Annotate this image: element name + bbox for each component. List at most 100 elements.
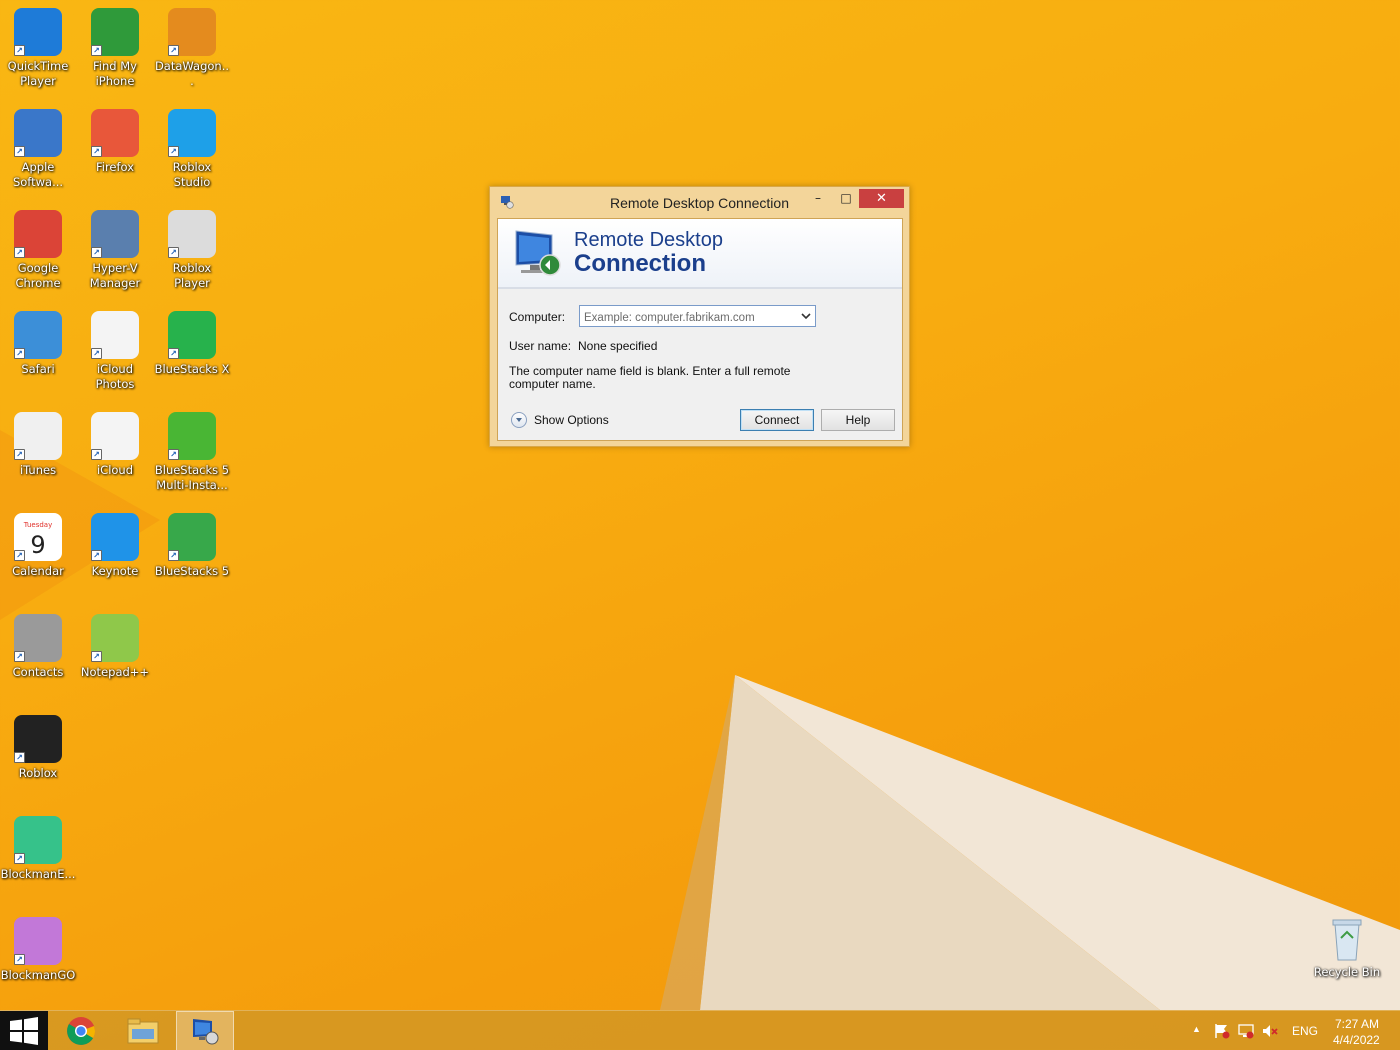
shortcut-arrow-icon: ↗: [14, 853, 25, 864]
network-icon[interactable]: [1238, 1023, 1254, 1039]
app-icon: ↗: [91, 311, 139, 359]
desktop-icon-google-chrome[interactable]: ↗ Google Chrome: [0, 210, 76, 291]
desktop-icon-bluestacks-x[interactable]: ↗ BlueStacks X: [154, 311, 230, 377]
expand-chevron-icon[interactable]: [511, 412, 527, 428]
desktop-icon-calendar[interactable]: Tuesday 9 ↗ Calendar: [0, 513, 76, 579]
maximize-button[interactable]: □: [835, 189, 857, 208]
shortcut-arrow-icon: ↗: [168, 348, 179, 359]
shortcut-arrow-icon: ↗: [14, 449, 25, 460]
app-icon: Tuesday 9 ↗: [14, 513, 62, 561]
desktop-icon-label: QuickTime Player: [7, 59, 69, 88]
computer-input[interactable]: [580, 308, 790, 328]
volume-muted-icon[interactable]: [1262, 1023, 1278, 1039]
show-options-toggle[interactable]: Show Options: [511, 412, 609, 428]
desktop-icon-label: Safari: [21, 362, 55, 376]
app-icon: ↗: [14, 210, 62, 258]
window-titlebar[interactable]: Remote Desktop Connection – □ ✕: [490, 187, 909, 217]
desktop-icon-icloud-photos[interactable]: ↗ iCloud Photos: [77, 311, 153, 392]
desktop-icon-label: BlueStacks 5 Multi-Insta...: [154, 463, 230, 492]
clock-date[interactable]: 4/4/2022: [1333, 1033, 1380, 1047]
desktop-icon-hyper-v-manager[interactable]: ↗ Hyper-V Manager: [77, 210, 153, 291]
desktop-icon-contacts[interactable]: ↗ Contacts: [0, 614, 76, 680]
desktop-icon-label: Keynote: [91, 564, 139, 578]
taskbar: ▲ ENG 7:27 AM 4/4/2022: [0, 1010, 1400, 1050]
desktop-icon-apple-softwa[interactable]: ↗ Apple Softwa...: [0, 109, 76, 190]
app-icon: ↗: [91, 109, 139, 157]
computer-label: Computer:: [509, 310, 566, 324]
taskbar-remote-desktop[interactable]: [176, 1011, 234, 1050]
show-options-label[interactable]: Show Options: [534, 413, 609, 427]
shortcut-arrow-icon: ↗: [91, 550, 102, 561]
desktop-icon-label: DataWagon...: [154, 59, 230, 88]
folder-icon: [127, 1018, 159, 1044]
remote-desktop-logo-icon: [515, 230, 561, 276]
app-icon: ↗: [14, 8, 62, 56]
app-icon: ↗: [91, 210, 139, 258]
help-button[interactable]: Help: [821, 409, 895, 431]
desktop-icon-safari[interactable]: ↗ Safari: [0, 311, 76, 377]
app-icon: ↗: [14, 816, 62, 864]
dialog-banner: Remote Desktop Connection: [498, 219, 902, 289]
desktop-icon-label: BlockmanGO: [0, 968, 76, 982]
shortcut-arrow-icon: ↗: [91, 146, 102, 157]
app-icon: ↗: [14, 109, 62, 157]
clock-time[interactable]: 7:27 AM: [1335, 1017, 1379, 1031]
app-icon: ↗: [91, 8, 139, 56]
minimize-button[interactable]: –: [807, 189, 829, 208]
shortcut-arrow-icon: ↗: [168, 449, 179, 460]
app-icon: ↗: [14, 311, 62, 359]
recycle-bin-label: Recycle Bin: [1313, 965, 1381, 979]
desktop-icon-itunes[interactable]: ↗ iTunes: [0, 412, 76, 478]
connect-button[interactable]: Connect: [740, 409, 814, 431]
desktop-icon-firefox[interactable]: ↗ Firefox: [77, 109, 153, 175]
desktop-icon-blockmane[interactable]: ↗ BlockmanE...: [0, 816, 76, 882]
taskbar-file-explorer[interactable]: [114, 1011, 172, 1050]
shortcut-arrow-icon: ↗: [168, 247, 179, 258]
app-icon: ↗: [168, 109, 216, 157]
computer-combobox[interactable]: [579, 305, 816, 328]
desktop-icon-find-my-iphone[interactable]: ↗ Find My iPhone: [77, 8, 153, 89]
app-icon: ↗: [168, 513, 216, 561]
remote-desktop-window: Remote Desktop Connection – □ ✕ Remote D…: [489, 186, 910, 447]
desktop-icon-label: Roblox Studio: [172, 160, 212, 189]
start-button[interactable]: [0, 1011, 48, 1050]
shortcut-arrow-icon: ↗: [14, 651, 25, 662]
desktop-icon-roblox[interactable]: ↗ Roblox: [0, 715, 76, 781]
desktop-icon-blockmango[interactable]: ↗ BlockmanGO: [0, 917, 76, 983]
desktop-icon-bluestacks-5[interactable]: ↗ BlueStacks 5: [154, 513, 230, 579]
desktop-icon-bluestacks-5-multi-insta[interactable]: ↗ BlueStacks 5 Multi-Insta...: [154, 412, 230, 493]
desktop-icon-quicktime-player[interactable]: ↗ QuickTime Player: [0, 8, 76, 89]
desktop-icon-label: Hyper-V Manager: [89, 261, 141, 290]
close-button[interactable]: ✕: [859, 189, 904, 208]
shortcut-arrow-icon: ↗: [14, 247, 25, 258]
desktop-icon-label: iCloud Photos: [95, 362, 135, 391]
shortcut-arrow-icon: ↗: [14, 146, 25, 157]
app-icon: ↗: [91, 412, 139, 460]
shortcut-arrow-icon: ↗: [91, 247, 102, 258]
language-indicator[interactable]: ENG: [1292, 1024, 1318, 1038]
desktop-icon-label: Apple Softwa...: [12, 160, 64, 189]
desktop-icon-notepad[interactable]: ↗ Notepad++: [77, 614, 153, 680]
desktop-icon-icloud[interactable]: ↗ iCloud: [77, 412, 153, 478]
desktop-icon-keynote[interactable]: ↗ Keynote: [77, 513, 153, 579]
chevron-down-icon[interactable]: [800, 311, 812, 321]
desktop-icon-label: BlockmanE...: [0, 867, 76, 881]
banner-line2: Connection: [574, 250, 706, 277]
windows-logo-icon: [10, 1017, 38, 1045]
taskbar-chrome[interactable]: [52, 1011, 110, 1050]
desktop-icon-roblox-studio[interactable]: ↗ Roblox Studio: [154, 109, 230, 190]
shortcut-arrow-icon: ↗: [14, 752, 25, 763]
username-value: None specified: [578, 339, 658, 353]
shortcut-arrow-icon: ↗: [91, 651, 102, 662]
banner-line1: Remote Desktop: [574, 229, 723, 251]
desktop-icon-datawagon[interactable]: ↗ DataWagon...: [154, 8, 230, 89]
recycle-bin[interactable]: Recycle Bin: [1311, 914, 1383, 979]
desktop-icon-roblox-player[interactable]: ↗ Roblox Player: [154, 210, 230, 291]
desktop-icon-label: Calendar: [12, 564, 64, 578]
action-center-flag-icon[interactable]: [1214, 1023, 1230, 1039]
desktop-icon-label: BlueStacks 5: [154, 564, 230, 578]
desktop-icon-label: Find My iPhone: [93, 59, 137, 88]
show-hidden-icons-button[interactable]: ▲: [1192, 1024, 1201, 1034]
dialog-client-area: Remote Desktop Connection Computer: User…: [497, 218, 903, 441]
calendar-day-number: 9: [30, 530, 46, 559]
